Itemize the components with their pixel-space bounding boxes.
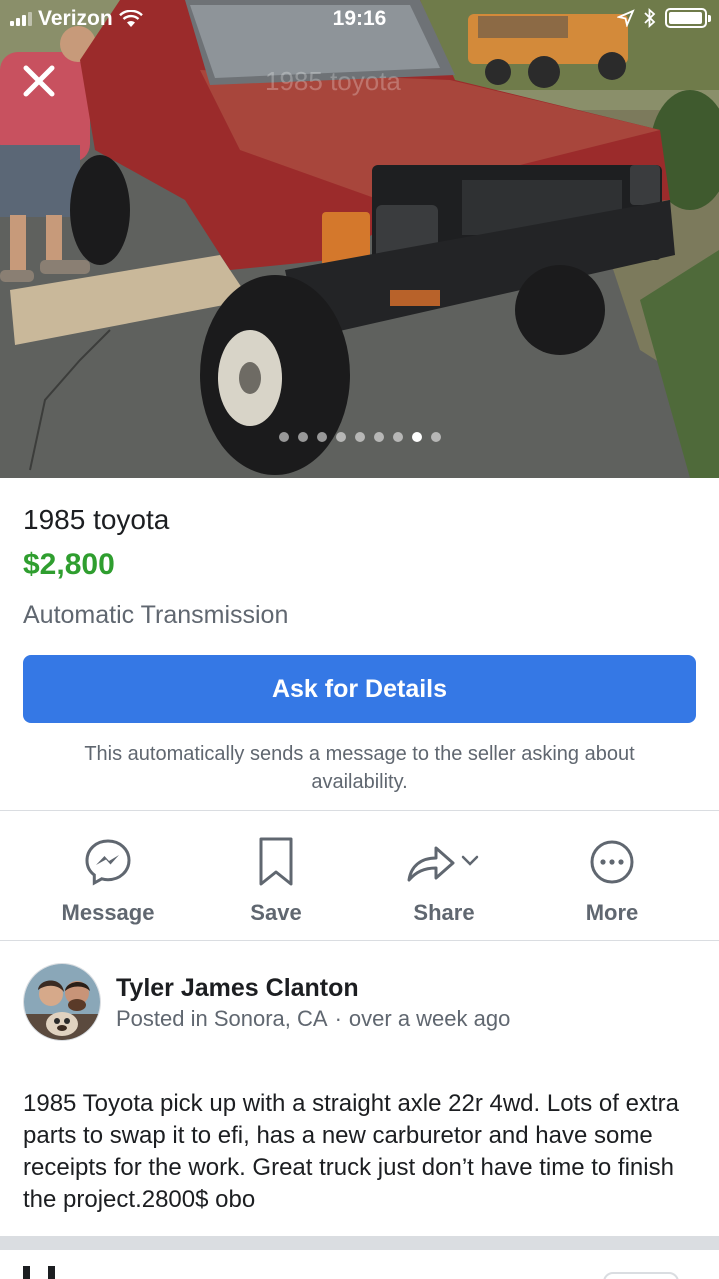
share-action-button[interactable]: Share (369, 812, 519, 940)
message-action-button[interactable]: Message (33, 812, 183, 940)
listing-price: $2,800 (23, 548, 115, 581)
more-label: More (585, 900, 639, 925)
save-action-button[interactable]: Save (201, 812, 351, 940)
share-arrow-icon (407, 846, 479, 882)
gallery-dot[interactable] (430, 432, 441, 442)
next-section-heading-fragment (23, 1266, 83, 1279)
listing-actions-row: Message Save Share More (0, 812, 719, 940)
gallery-dot[interactable] (354, 432, 365, 442)
divider (0, 810, 719, 811)
gallery-dot[interactable] (316, 432, 327, 442)
ask-details-note: This automatically sends a message to th… (84, 743, 635, 793)
more-action-button[interactable]: More (537, 812, 687, 940)
seller-location: Posted in Sonora, CA (116, 1006, 328, 1031)
ask-for-details-button[interactable]: Ask for Details (23, 655, 696, 723)
listing-subtitle: Automatic Transmission (23, 601, 289, 629)
gallery-dot[interactable] (278, 432, 289, 442)
status-right-group (617, 8, 711, 28)
message-label: Message (61, 900, 155, 925)
gallery-dot[interactable] (335, 432, 346, 442)
gallery-dot[interactable] (297, 432, 308, 442)
listing-photo-carousel[interactable]: 1985 toyota Verizon 19:16 (0, 0, 719, 478)
divider (0, 940, 719, 941)
gallery-dot[interactable] (411, 432, 422, 442)
gallery-dot[interactable] (392, 432, 403, 442)
more-options-icon (590, 840, 634, 884)
gallery-page-indicator[interactable] (0, 432, 719, 442)
chevron-down-icon (461, 855, 479, 866)
seller-avatar[interactable] (23, 963, 101, 1041)
meta-separator: · (334, 1006, 342, 1031)
bookmark-icon (259, 837, 293, 886)
seller-name-link[interactable]: Tyler James Clanton (116, 974, 359, 1003)
bluetooth-icon (644, 8, 656, 28)
listing-title: 1985 toyota (23, 504, 170, 535)
posted-time: over a week ago (348, 1006, 511, 1031)
truck-photo: 1985 toyota (0, 0, 719, 478)
share-label: Share (413, 900, 475, 925)
listing-description: 1985 Toyota pick up with a straight axle… (23, 1090, 679, 1213)
messenger-icon (85, 839, 131, 886)
seller-profile-photo (24, 964, 100, 1040)
status-time: 19:16 (332, 7, 387, 30)
marketplace-listing-screen: 1985 toyota Verizon 19:16 1985 toyota $2… (0, 0, 719, 1279)
gallery-dot[interactable] (373, 432, 384, 442)
location-arrow-icon (617, 9, 635, 27)
close-button[interactable] (20, 62, 58, 100)
status-bar: Verizon 19:16 (0, 0, 719, 40)
svg-text:1985 toyota: 1985 toyota (265, 66, 401, 96)
save-label: Save (250, 900, 302, 925)
next-section-toggle[interactable] (603, 1272, 679, 1279)
section-separator (0, 1236, 719, 1250)
seller-meta: Posted in Sonora, CA · over a week ago (116, 1006, 510, 1032)
battery-icon (665, 8, 711, 28)
